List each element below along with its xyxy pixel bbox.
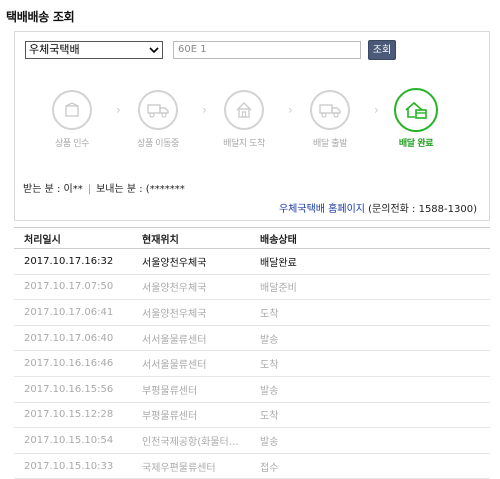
cell-status: 발송: [250, 325, 490, 352]
carrier-select[interactable]: 우체국택배: [25, 41, 163, 59]
step-delivered: 배달 완료: [381, 88, 451, 149]
cell-time: 2017.10.16.15:56: [14, 376, 132, 403]
step-circle: [310, 90, 350, 130]
table-row: 2017.10.17.06:41 서울양천우체국 도착: [14, 299, 490, 326]
search-button[interactable]: 조회: [368, 40, 396, 60]
table-row: 2017.10.16.16:46 서서울물류센터 도착: [14, 350, 490, 377]
step-product-received: 상품 인수: [37, 90, 107, 149]
divider: |: [87, 184, 92, 195]
chevron-right-icon: ›: [116, 103, 121, 117]
cell-location: 서서울물류센터: [132, 350, 250, 377]
truck-icon: [147, 104, 169, 118]
cell-location: 국제우편물류센터: [132, 453, 250, 479]
cell-status: 도착: [250, 299, 490, 326]
chevron-down-icon: [149, 42, 159, 64]
cell-time: 2017.10.17.06:40: [14, 325, 132, 352]
cell-location: 부평물류센터: [132, 402, 250, 429]
cell-time: 2017.10.15.10:33: [14, 453, 132, 479]
cell-location: 서울양천우체국: [132, 274, 250, 301]
step-in-transit: 상품 이동중: [123, 90, 193, 149]
chevron-right-icon: ›: [288, 103, 293, 117]
sender-receiver-info: 받는 분 : 이** | 보내는 분 : (*******: [23, 180, 185, 195]
cell-location: 서서울물류센터: [132, 325, 250, 352]
search-row: 우체국택배 60E 1 조회: [25, 39, 475, 61]
step-label: 상품 이동중: [137, 139, 179, 149]
carrier-select-value: 우체국택배: [29, 43, 80, 56]
tracking-history-table: 처리일시 현재위치 배송상태 2017.10.17.16:32 서울양천우체국 …: [14, 227, 490, 479]
carrier-homepage-link[interactable]: 우체국택배 홈페이지: [279, 204, 365, 215]
cell-location: 부평물류센터: [132, 376, 250, 403]
carrier-homepage-line: 우체국택배 홈페이지 (문의전화 : 1588-1300): [279, 200, 477, 215]
customer-service-phone: (문의전화 : 1588-1300): [368, 204, 477, 215]
cell-location: 서울양천우체국: [132, 299, 250, 326]
delivery-truck-icon: [319, 104, 341, 118]
house-package-icon: [405, 101, 427, 119]
box-icon: [65, 102, 79, 117]
column-header-time: 처리일시: [14, 227, 132, 249]
cell-status: 발송: [250, 376, 490, 403]
cell-location: 인천국제공항(화물터…: [132, 427, 250, 454]
receiver-info: 받는 분 : 이**: [23, 184, 83, 195]
step-circle: [138, 90, 178, 130]
table-header-row: 처리일시 현재위치 배송상태: [14, 227, 490, 249]
cell-status: 도착: [250, 402, 490, 429]
cell-time: 2017.10.15.12:28: [14, 402, 132, 429]
step-circle: [52, 90, 92, 130]
delivery-tracking-page: 택배배송 조회 우체국택배 60E 1 조회 상품 인수 › 상품 이동중 › …: [0, 0, 500, 479]
cell-status: 배달준비: [250, 274, 490, 301]
cell-time: 2017.10.17.06:41: [14, 299, 132, 326]
step-circle: [224, 90, 264, 130]
table-row: 2017.10.17.07:50 서울양천우체국 배달준비: [14, 274, 490, 301]
step-label: 상품 인수: [55, 139, 89, 149]
cell-status: 발송: [250, 427, 490, 454]
delivery-progress-steps: 상품 인수 › 상품 이동중 › 배달지 도착 › 배달 출발 › 배달 완료: [15, 82, 489, 162]
cell-status: 배달완료: [250, 248, 490, 275]
table-row: 2017.10.17.16:32 서울양천우체국 배달완료: [14, 248, 490, 275]
table-row: 2017.10.17.06:40 서서울물류센터 발송: [14, 325, 490, 352]
page-title: 택배배송 조회: [6, 10, 75, 24]
table-row: 2017.10.16.15:56 부평물류센터 발송: [14, 376, 490, 403]
table-row: 2017.10.15.10:54 인천국제공항(화물터… 발송: [14, 427, 490, 454]
step-label: 배달 완료: [398, 139, 434, 149]
cell-location: 서울양천우체국: [132, 248, 250, 275]
column-header-status: 배송상태: [250, 227, 490, 249]
tracking-panel: 우체국택배 60E 1 조회 상품 인수 › 상품 이동중 › 배달지 도착 ›…: [14, 31, 490, 221]
tracking-number-input[interactable]: 60E 1: [173, 41, 361, 59]
sender-info: 보내는 분 : (*******: [96, 184, 185, 195]
table-row: 2017.10.15.10:33 국제우편물류센터 접수: [14, 453, 490, 479]
cell-time: 2017.10.17.16:32: [14, 248, 132, 275]
chevron-right-icon: ›: [374, 103, 379, 117]
step-circle-active: [394, 88, 438, 132]
cell-time: 2017.10.17.07:50: [14, 274, 132, 301]
step-label: 배달 출발: [313, 139, 347, 149]
house-icon: [236, 102, 252, 118]
step-out-for-delivery: 배달 출발: [295, 90, 365, 149]
cell-time: 2017.10.15.10:54: [14, 427, 132, 454]
step-label: 배달지 도착: [223, 139, 265, 149]
table-row: 2017.10.15.12:28 부평물류센터 도착: [14, 402, 490, 429]
cell-status: 접수: [250, 453, 490, 479]
cell-time: 2017.10.16.16:46: [14, 350, 132, 377]
column-header-location: 현재위치: [132, 227, 250, 249]
step-arrived-at-destination: 배달지 도착: [209, 90, 279, 149]
cell-status: 도착: [250, 350, 490, 377]
chevron-right-icon: ›: [202, 103, 207, 117]
